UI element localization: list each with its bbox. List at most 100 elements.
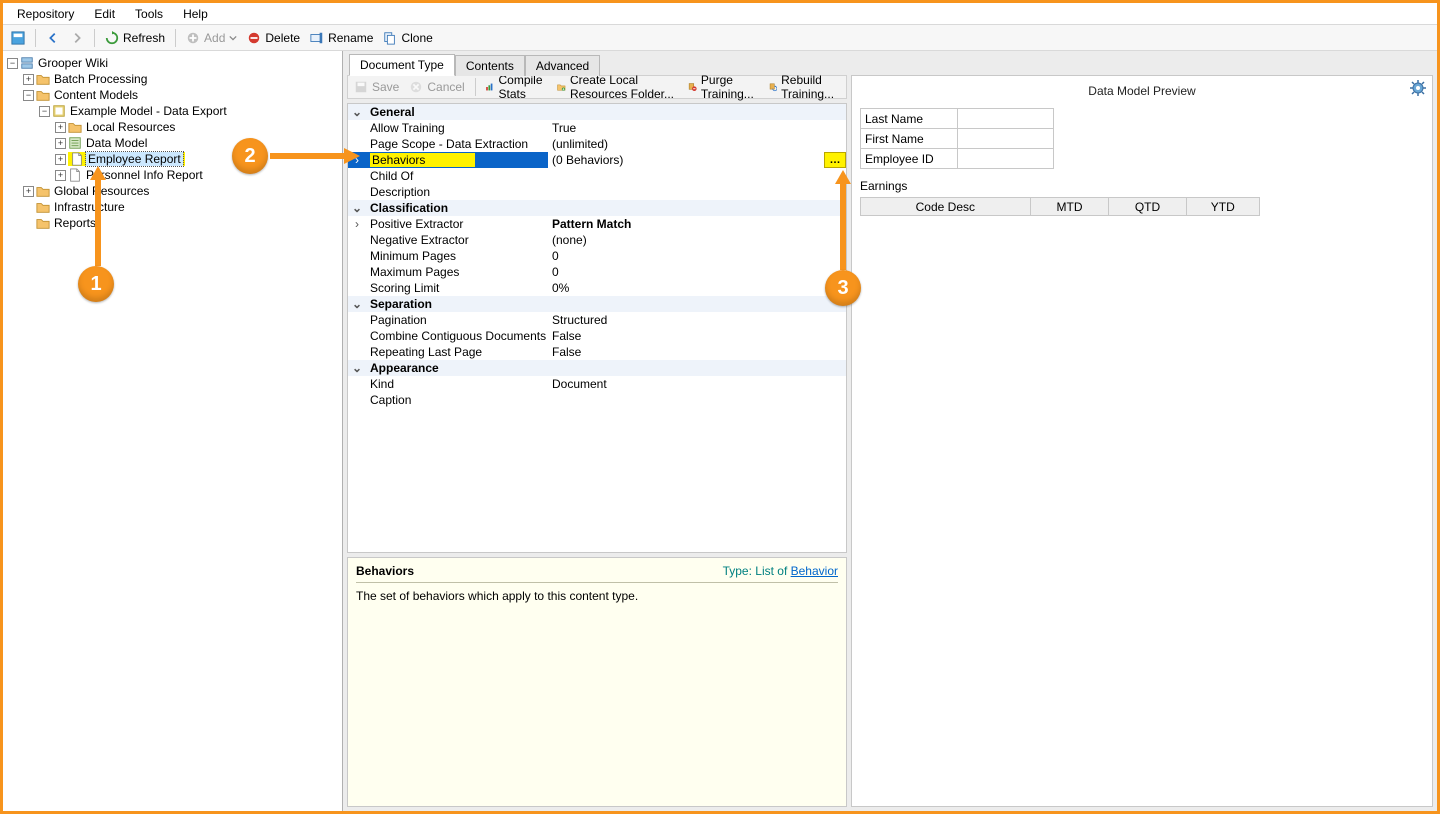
propgrid-section-separation[interactable]: ⌄ Separation (348, 296, 846, 312)
tree-personnel-info[interactable]: + Personnel Info Report (3, 167, 342, 183)
rename-button[interactable]: Rename (306, 29, 377, 47)
prop-child-of[interactable]: Child Of (348, 168, 846, 184)
clone-button[interactable]: Clone (379, 29, 436, 47)
tree-pane[interactable]: − Grooper Wiki + Batch Processing − Cont… (3, 51, 343, 811)
tree-toggle[interactable]: + (23, 74, 34, 85)
prop-kind[interactable]: Kind Document (348, 376, 846, 392)
tree-toggle[interactable]: − (7, 58, 18, 69)
right-pane: Document Type Contents Advanced Save Can… (343, 51, 1437, 811)
tree-toggle[interactable]: + (55, 122, 66, 133)
preview-field-value[interactable] (958, 149, 1054, 169)
chevron-down-icon[interactable]: ⌄ (348, 297, 366, 311)
tree-spacer (23, 218, 34, 229)
prop-value[interactable]: False (548, 329, 846, 343)
toolbar-icon-app[interactable] (7, 29, 29, 47)
menu-repository[interactable]: Repository (7, 5, 84, 23)
propgrid-section-classification[interactable]: ⌄ Classification (348, 200, 846, 216)
prop-label: Pagination (366, 313, 548, 327)
help-type-link[interactable]: Behavior (791, 564, 838, 578)
prop-scoring-limit[interactable]: Scoring Limit 0% (348, 280, 846, 296)
ellipsis-button[interactable]: … (824, 152, 846, 168)
purge-training-button[interactable]: Purge Training... (684, 71, 763, 103)
propgrid-section-general[interactable]: ⌄ General (348, 104, 846, 120)
help-type-prefix: Type: (723, 564, 756, 578)
chevron-down-icon[interactable]: ⌄ (348, 361, 366, 375)
delete-button[interactable]: Delete (243, 29, 304, 47)
save-label: Save (372, 80, 399, 94)
prop-positive-extractor[interactable]: › Positive Extractor Pattern Match (348, 216, 846, 232)
prop-label: Behaviors (366, 153, 548, 167)
earnings-col: MTD (1030, 198, 1109, 216)
tree-reports[interactable]: Reports (3, 215, 342, 231)
prop-description[interactable]: Description (348, 184, 846, 200)
preview-field-value[interactable] (958, 109, 1054, 129)
chevron-right-icon[interactable]: › (348, 217, 366, 231)
prop-value[interactable]: Document (548, 377, 846, 391)
nav-back-button[interactable] (42, 29, 64, 47)
annotation-arrow-3 (835, 170, 851, 270)
nav-forward-button[interactable] (66, 29, 88, 47)
tree-toggle[interactable]: − (23, 90, 34, 101)
folder-plus-icon (557, 80, 566, 94)
prop-value[interactable]: False (548, 345, 846, 359)
menu-edit[interactable]: Edit (84, 5, 125, 23)
prop-caption[interactable]: Caption (348, 392, 846, 408)
prop-combine-contiguous[interactable]: Combine Contiguous Documents False (348, 328, 846, 344)
chevron-down-icon[interactable]: ⌄ (348, 201, 366, 215)
prop-value[interactable]: 0% (548, 281, 846, 295)
prop-value[interactable]: 0 (548, 249, 846, 263)
menu-tools[interactable]: Tools (125, 5, 173, 23)
cancel-button[interactable]: Cancel (405, 78, 468, 96)
prop-value[interactable]: (unlimited) (548, 137, 846, 151)
chevron-down-icon[interactable]: ⌄ (348, 105, 366, 119)
preview-field-value[interactable] (958, 129, 1054, 149)
prop-allow-training[interactable]: Allow Training True (348, 120, 846, 136)
prop-minimum-pages[interactable]: Minimum Pages 0 (348, 248, 846, 264)
tree-batch-processing[interactable]: + Batch Processing (3, 71, 342, 87)
preview-field-label: Employee ID (861, 149, 958, 169)
tab-document-type[interactable]: Document Type (349, 54, 455, 76)
prop-value[interactable]: (none) (548, 233, 846, 247)
earnings-col: QTD (1109, 198, 1186, 216)
prop-negative-extractor[interactable]: Negative Extractor (none) (348, 232, 846, 248)
tree-toggle[interactable]: + (23, 186, 34, 197)
tab-advanced[interactable]: Advanced (525, 55, 600, 76)
tree-toggle[interactable]: + (55, 170, 66, 181)
tree-content-models[interactable]: − Content Models (3, 87, 342, 103)
prop-label: Scoring Limit (366, 281, 548, 295)
prop-repeating-last-page[interactable]: Repeating Last Page False (348, 344, 846, 360)
save-icon (354, 80, 368, 94)
tree-label-selected: Employee Report (86, 152, 183, 166)
cancel-label: Cancel (427, 80, 464, 94)
tab-contents[interactable]: Contents (455, 55, 525, 76)
refresh-button[interactable]: Refresh (101, 29, 169, 47)
prop-label: Allow Training (366, 121, 548, 135)
tree-example-model[interactable]: − Example Model - Data Export (3, 103, 342, 119)
prop-value[interactable]: True (548, 121, 846, 135)
prop-value[interactable]: Structured (548, 313, 846, 327)
prop-page-scope[interactable]: Page Scope - Data Extraction (unlimited) (348, 136, 846, 152)
prop-value[interactable]: Pattern Match (548, 217, 846, 231)
prop-behaviors[interactable]: › Behaviors (0 Behaviors) … (348, 152, 846, 168)
tree-toggle[interactable]: − (39, 106, 50, 117)
prop-maximum-pages[interactable]: Maximum Pages 0 (348, 264, 846, 280)
toolbar-sep (175, 29, 176, 47)
property-grid[interactable]: ⌄ General Allow Training True Page Scope… (347, 103, 847, 553)
gear-icon[interactable] (1410, 80, 1426, 96)
tree-root[interactable]: − Grooper Wiki (3, 55, 342, 71)
prop-pagination[interactable]: Pagination Structured (348, 312, 846, 328)
add-button[interactable]: Add (182, 29, 241, 47)
save-button[interactable]: Save (350, 78, 403, 96)
tree-infrastructure[interactable]: Infrastructure (3, 199, 342, 215)
prop-value[interactable]: 0 (548, 265, 846, 279)
tree-global-resources[interactable]: + Global Resources (3, 183, 342, 199)
tree-toggle[interactable]: + (55, 138, 66, 149)
propgrid-section-appearance[interactable]: ⌄ Appearance (348, 360, 846, 376)
refresh-icon (105, 31, 119, 45)
tree-local-resources[interactable]: + Local Resources (3, 119, 342, 135)
menu-help[interactable]: Help (173, 5, 218, 23)
tree-toggle[interactable]: + (55, 154, 66, 165)
prop-value[interactable]: (0 Behaviors) … (548, 152, 846, 168)
rebuild-training-button[interactable]: Rebuild Training... (765, 71, 844, 103)
arrow-right-icon (70, 31, 84, 45)
